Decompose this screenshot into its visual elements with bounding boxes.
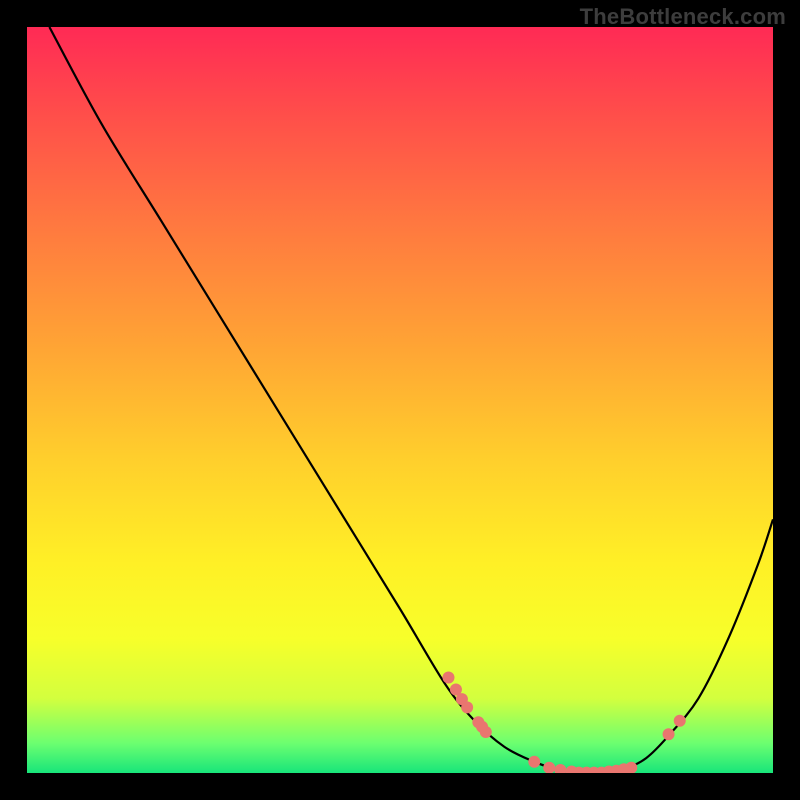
valley-cluster-marker [554,764,566,773]
left-cluster-marker [461,701,473,713]
plot-area [27,27,773,773]
left-cluster-marker [480,726,492,738]
right-pair-marker [663,728,675,740]
watermark-text: TheBottleneck.com [580,4,786,30]
valley-cluster-marker [543,762,555,773]
right-pair-marker [674,715,686,727]
bottleneck-curve [49,27,773,773]
left-cluster-marker [442,672,454,684]
valley-cluster-marker [528,756,540,768]
chart-frame: TheBottleneck.com [0,0,800,800]
chart-svg [27,27,773,773]
